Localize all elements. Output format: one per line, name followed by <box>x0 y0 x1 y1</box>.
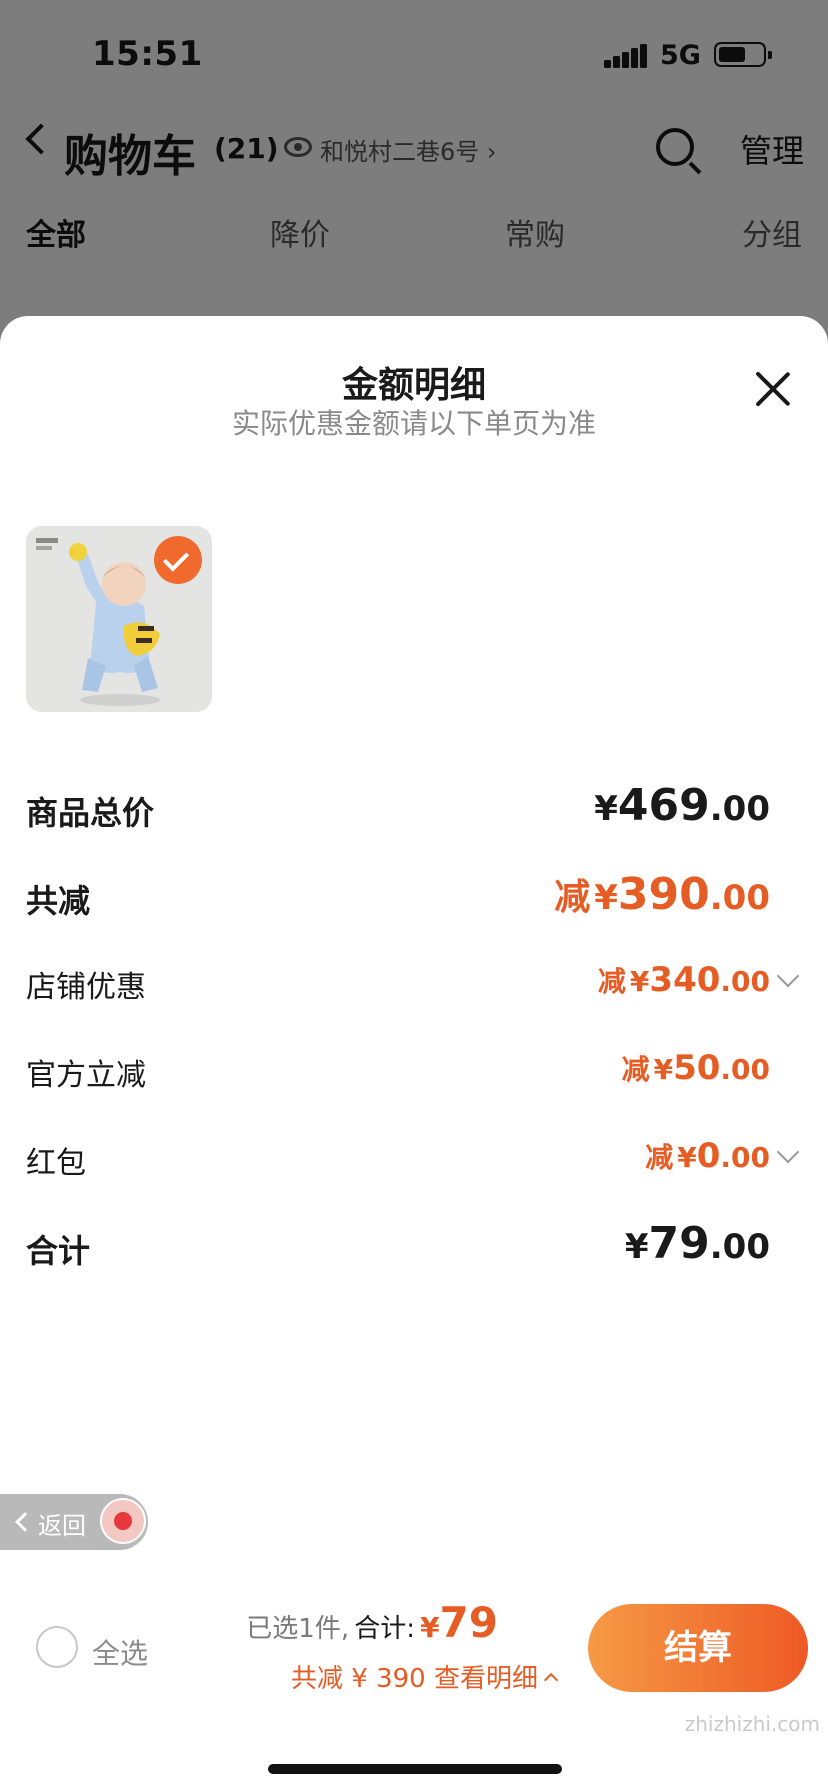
select-all-radio[interactable] <box>36 1626 78 1668</box>
subtotal-amount: ¥469.00 <box>594 780 770 831</box>
red-packet-amount: 减 ¥0.00 <box>645 1136 770 1176</box>
red-packet-row[interactable]: 红包 减 ¥0.00 <box>0 1128 828 1188</box>
selected-check-icon[interactable] <box>154 536 202 584</box>
cart-page-background: 15:51 5G 购物车 (21) 和悦村二巷6号 › 管理 全部 降价 常购 … <box>0 0 828 340</box>
watermark: zhizhizhi.com <box>684 1712 820 1736</box>
selected-count: 已选1件, <box>246 1614 350 1644</box>
address-selector[interactable]: 和悦村二巷6号 › <box>320 132 497 167</box>
tab-price-drop[interactable]: 降价 <box>270 210 330 254</box>
currency-symbol: ¥ <box>420 1611 440 1644</box>
store-discount-amount: 减 ¥340.00 <box>597 960 770 1000</box>
page-title: 购物车 <box>64 131 196 182</box>
eye-icon <box>284 137 312 157</box>
cart-count: (21) <box>214 132 279 165</box>
red-packet-label: 红包 <box>26 1146 86 1181</box>
total-amount: ¥79.00 <box>624 1218 770 1269</box>
status-time: 15:51 <box>92 34 203 74</box>
tab-all[interactable]: 全部 <box>26 210 86 254</box>
home-indicator[interactable] <box>268 1764 562 1774</box>
total-discount-label: 共减 <box>26 882 91 920</box>
app-avatar-icon <box>100 1498 146 1544</box>
sheet-title: 金额明细 <box>341 365 486 406</box>
checkout-button[interactable]: 结算 <box>588 1604 808 1692</box>
close-icon[interactable] <box>752 368 794 410</box>
store-discount-label: 店铺优惠 <box>26 970 146 1005</box>
total-discount-row: 共减 减 ¥390.00 <box>0 866 828 926</box>
checkout-bar: 全选 已选1件, 合计: ¥79 共减 ¥ 390 查看明细 结算 zhizhi… <box>0 1576 828 1792</box>
chevron-down-icon[interactable] <box>776 964 800 988</box>
official-discount-label: 官方立减 <box>26 1058 146 1093</box>
subtotal-row: 商品总价 ¥469.00 <box>0 778 828 838</box>
battery-icon <box>714 42 772 67</box>
official-discount-row: 官方立减 减 ¥50.00 <box>0 1040 828 1100</box>
store-discount-row[interactable]: 店铺优惠 减 ¥340.00 <box>0 952 828 1012</box>
chevron-left-icon[interactable] <box>25 123 57 155</box>
tab-groups[interactable]: 分组 <box>742 210 802 254</box>
amount-detail-sheet: 金额明细 实际优惠金额请以下单页为准 商品总价 ¥469.00 共减 减 ¥390… <box>0 316 828 1792</box>
chevron-left-icon <box>15 1512 35 1532</box>
chevron-up-icon <box>543 1672 559 1688</box>
checkout-summary: 已选1件, 合计: ¥79 <box>246 1598 498 1647</box>
subtotal-label: 商品总价 <box>26 794 155 832</box>
view-details-link[interactable]: 共减 ¥ 390 查看明细 <box>291 1658 559 1695</box>
total-discount-amount: 减 ¥390.00 <box>554 869 770 920</box>
signal-icon <box>604 44 648 68</box>
tab-frequent[interactable]: 常购 <box>505 210 565 254</box>
select-all-label[interactable]: 全选 <box>92 1632 148 1672</box>
total-label: 合计 <box>26 1232 91 1270</box>
manage-button[interactable]: 管理 <box>740 126 804 172</box>
official-discount-amount: 减 ¥50.00 <box>621 1048 770 1088</box>
total-label: 合计: <box>354 1614 415 1644</box>
back-pill-button[interactable]: 返回 <box>0 1494 148 1550</box>
total-row: 合计 ¥79.00 <box>0 1216 828 1276</box>
network-label: 5G <box>660 40 701 71</box>
total-value: 79 <box>439 1598 498 1647</box>
search-icon[interactable] <box>656 128 694 166</box>
chevron-down-icon[interactable] <box>776 1140 800 1164</box>
sheet-subtitle: 实际优惠金额请以下单页为准 <box>231 407 596 440</box>
back-pill-label: 返回 <box>38 1512 86 1540</box>
